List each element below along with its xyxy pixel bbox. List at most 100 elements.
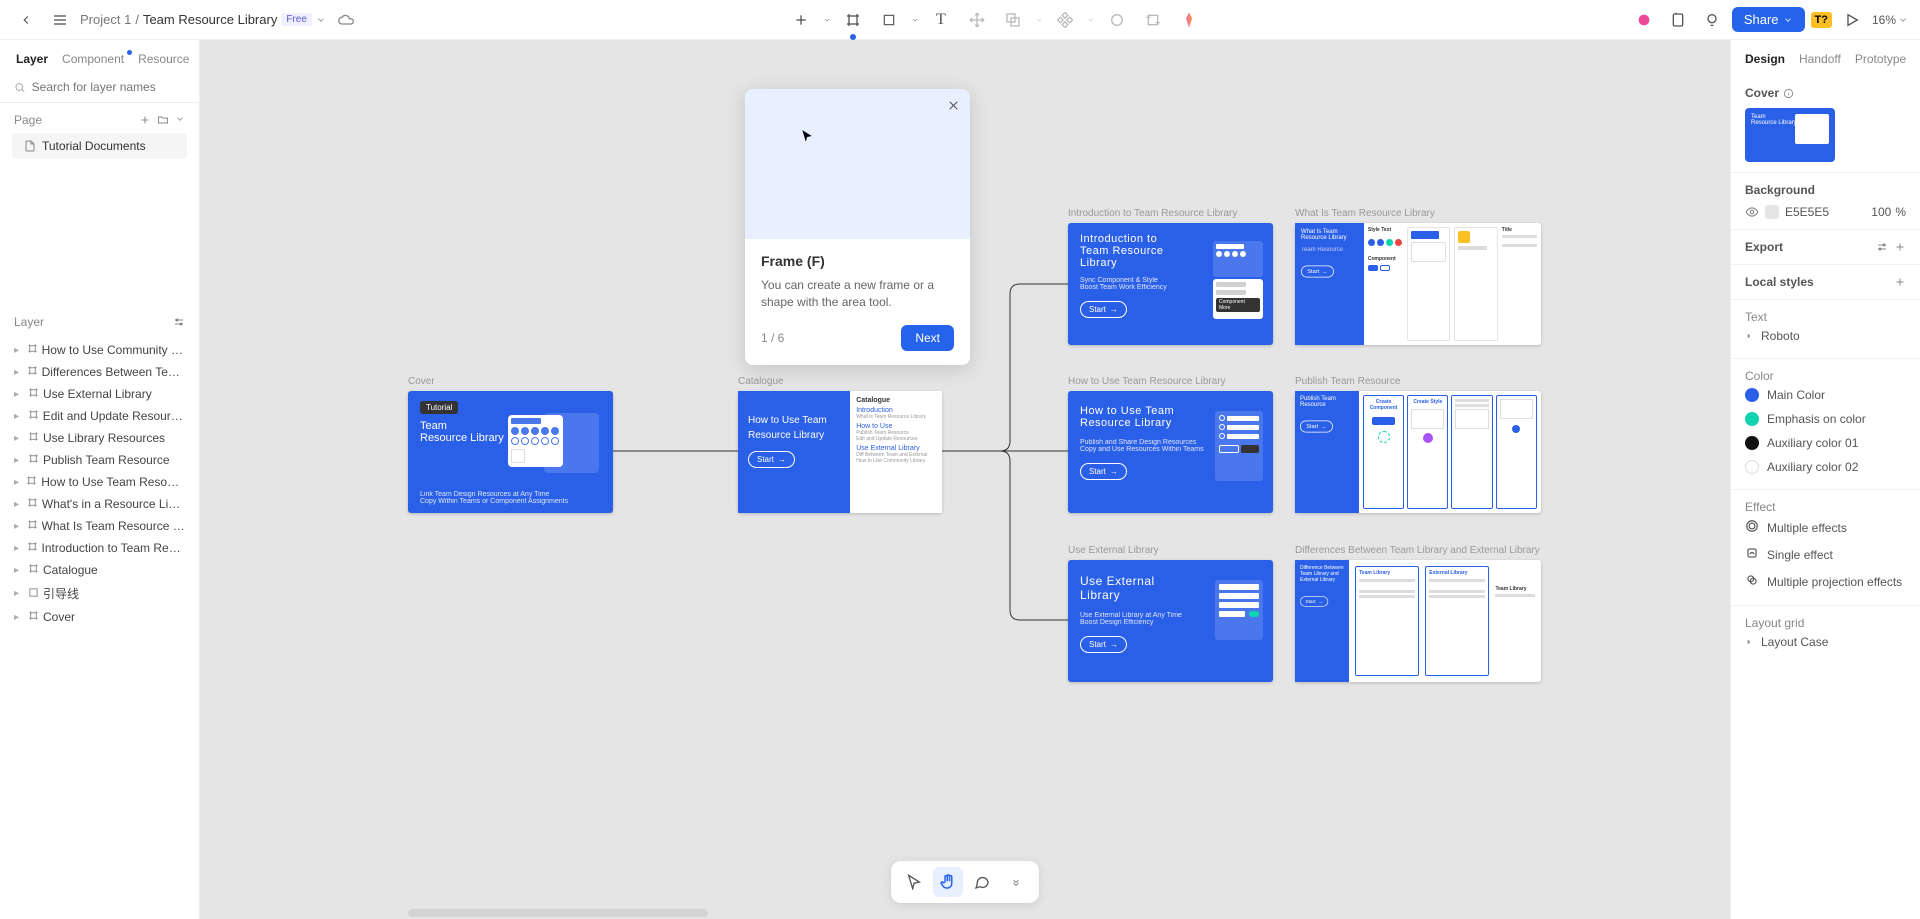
select-tool[interactable] — [899, 867, 929, 897]
layer-item[interactable]: ▸Edit and Update Resources — [4, 405, 195, 427]
play-button[interactable] — [1838, 6, 1866, 34]
frame-catalogue[interactable]: Catalogue How to Use Team Resource Libra… — [738, 391, 942, 513]
notifications-icon[interactable] — [1664, 6, 1692, 34]
layer-item[interactable]: ▸Use External Library — [4, 383, 195, 405]
effect-icon — [1745, 546, 1759, 563]
layer-search-input[interactable] — [32, 80, 185, 94]
color-style-item[interactable]: Auxiliary color 01 — [1745, 431, 1906, 455]
tab-layer[interactable]: Layer — [16, 52, 48, 66]
canvas[interactable]: Cover Tutorial Team Resource Library Lin… — [200, 40, 1730, 919]
add-tool[interactable] — [787, 6, 815, 34]
layer-item[interactable]: ▸Differences Between Team Li… — [4, 361, 195, 383]
tab-handoff[interactable]: Handoff — [1799, 52, 1841, 66]
frame-tool[interactable] — [839, 6, 867, 34]
ai-tool[interactable] — [1175, 6, 1203, 34]
layer-item[interactable]: ▸Publish Team Resource — [4, 449, 195, 471]
lightbulb-icon[interactable] — [1698, 6, 1726, 34]
add-icon[interactable] — [1894, 276, 1906, 288]
effect-style-item[interactable]: Multiple effects — [1745, 514, 1906, 541]
add-icon[interactable] — [1894, 241, 1906, 253]
frame-icon — [27, 497, 38, 511]
chevron-down-icon — [1783, 15, 1793, 25]
layer-item[interactable]: ▸Use Library Resources — [4, 427, 195, 449]
frame-publish[interactable]: Publish Team Resource Publish Team Resou… — [1295, 391, 1541, 513]
close-button[interactable] — [947, 99, 960, 115]
move-tool[interactable] — [963, 6, 991, 34]
menu-button[interactable] — [46, 6, 74, 34]
layer-item[interactable]: ▸引导线 — [4, 581, 195, 606]
layer-item[interactable]: ▸How to Use Community Library — [4, 339, 195, 361]
component-tool[interactable] — [1051, 6, 1079, 34]
back-button[interactable] — [12, 6, 40, 34]
zoom-control[interactable]: 16% — [1872, 13, 1908, 27]
effect-icon — [1745, 573, 1759, 590]
frame-icon — [27, 519, 38, 533]
settings-icon[interactable] — [173, 316, 185, 328]
frame-intro[interactable]: Introduction to Team Resource Library In… — [1068, 223, 1273, 345]
bg-swatch[interactable] — [1765, 205, 1779, 219]
bg-opacity[interactable]: 100 — [1871, 205, 1891, 219]
color-style-item[interactable]: Emphasis on color — [1745, 407, 1906, 431]
rectangle-tool[interactable] — [875, 6, 903, 34]
tab-design[interactable]: Design — [1745, 52, 1785, 66]
info-icon[interactable] — [1783, 88, 1794, 99]
layer-item[interactable]: ▸Catalogue — [4, 559, 195, 581]
bg-hex[interactable]: E5E5E5 — [1785, 205, 1829, 219]
comment-tool[interactable] — [967, 867, 997, 897]
share-button[interactable]: Share — [1732, 7, 1805, 32]
chevron-down-icon[interactable] — [1035, 16, 1043, 24]
layer-item[interactable]: ▸How to Use Team Resource Li… — [4, 471, 195, 493]
plan-badge: Free — [281, 13, 312, 26]
color-style-item[interactable]: Main Color — [1745, 383, 1906, 407]
effect-style-item[interactable]: Multiple projection effects — [1745, 568, 1906, 595]
breadcrumb[interactable]: Project 1 / Team Resource Library Free — [80, 12, 326, 27]
frame-cover[interactable]: Cover Tutorial Team Resource Library Lin… — [408, 391, 613, 513]
visibility-icon[interactable] — [1745, 205, 1759, 219]
frame-diff[interactable]: Differences Between Team Library and Ext… — [1295, 560, 1541, 682]
frame-icon — [28, 453, 39, 467]
layout-grid-item[interactable]: Layout Case — [1745, 630, 1906, 654]
horizontal-scrollbar[interactable] — [408, 909, 708, 917]
page-item[interactable]: Tutorial Documents — [12, 133, 187, 159]
mask-tool[interactable] — [1103, 6, 1131, 34]
layer-item[interactable]: ▸Cover — [4, 606, 195, 628]
layer-item[interactable]: ▸Introduction to Team Resourc… — [4, 537, 195, 559]
effect-style-item[interactable]: Single effect — [1745, 541, 1906, 568]
tab-component[interactable]: Component — [62, 52, 124, 66]
layer-search[interactable] — [0, 76, 199, 103]
effect-icon — [1745, 519, 1759, 536]
cloud-sync-icon[interactable] — [332, 6, 360, 34]
crop-tool[interactable] — [1139, 6, 1167, 34]
search-icon — [14, 81, 26, 94]
frame-useext[interactable]: Use External Library Use External Librar… — [1068, 560, 1273, 682]
top-toolbar: Project 1 / Team Resource Library Free T… — [0, 0, 1920, 40]
user-badge[interactable]: T? — [1811, 12, 1832, 28]
layer-item[interactable]: ▸What Is Team Resource Library — [4, 515, 195, 537]
next-button[interactable]: Next — [901, 325, 954, 351]
text-style-item[interactable]: Roboto — [1745, 324, 1906, 348]
settings-icon[interactable] — [1876, 241, 1888, 253]
add-page-icon[interactable] — [139, 114, 151, 126]
layer-item[interactable]: ▸What's in a Resource Library? — [4, 493, 195, 515]
chevron-down-icon[interactable] — [911, 16, 919, 24]
chevron-down-icon[interactable] — [823, 16, 831, 24]
cover-thumbnail[interactable]: TeamResource Library — [1745, 108, 1835, 162]
tab-resource[interactable]: Resource — [138, 52, 189, 66]
layer-list: ▸How to Use Community Library▸Difference… — [0, 339, 199, 919]
more-tools[interactable] — [1001, 867, 1031, 897]
tab-prototype[interactable]: Prototype — [1855, 52, 1906, 66]
frame-whatis[interactable]: What Is Team Resource Library What Is Te… — [1295, 223, 1541, 345]
frame-icon — [27, 541, 38, 555]
text-tool[interactable]: T — [927, 6, 955, 34]
chevron-down-icon[interactable] — [316, 15, 326, 25]
chevron-down-icon[interactable] — [175, 114, 185, 124]
boolean-tool[interactable] — [999, 6, 1027, 34]
color-style-item[interactable]: Auxiliary color 02 — [1745, 455, 1906, 479]
chevron-down-icon[interactable] — [1087, 16, 1095, 24]
frame-howto[interactable]: How to Use Team Resource Library How to … — [1068, 391, 1273, 513]
plugin-icon[interactable] — [1630, 6, 1658, 34]
hand-tool[interactable] — [933, 867, 963, 897]
frame-icon — [28, 409, 39, 423]
folder-icon[interactable] — [157, 114, 169, 126]
cursor-icon — [800, 129, 814, 143]
